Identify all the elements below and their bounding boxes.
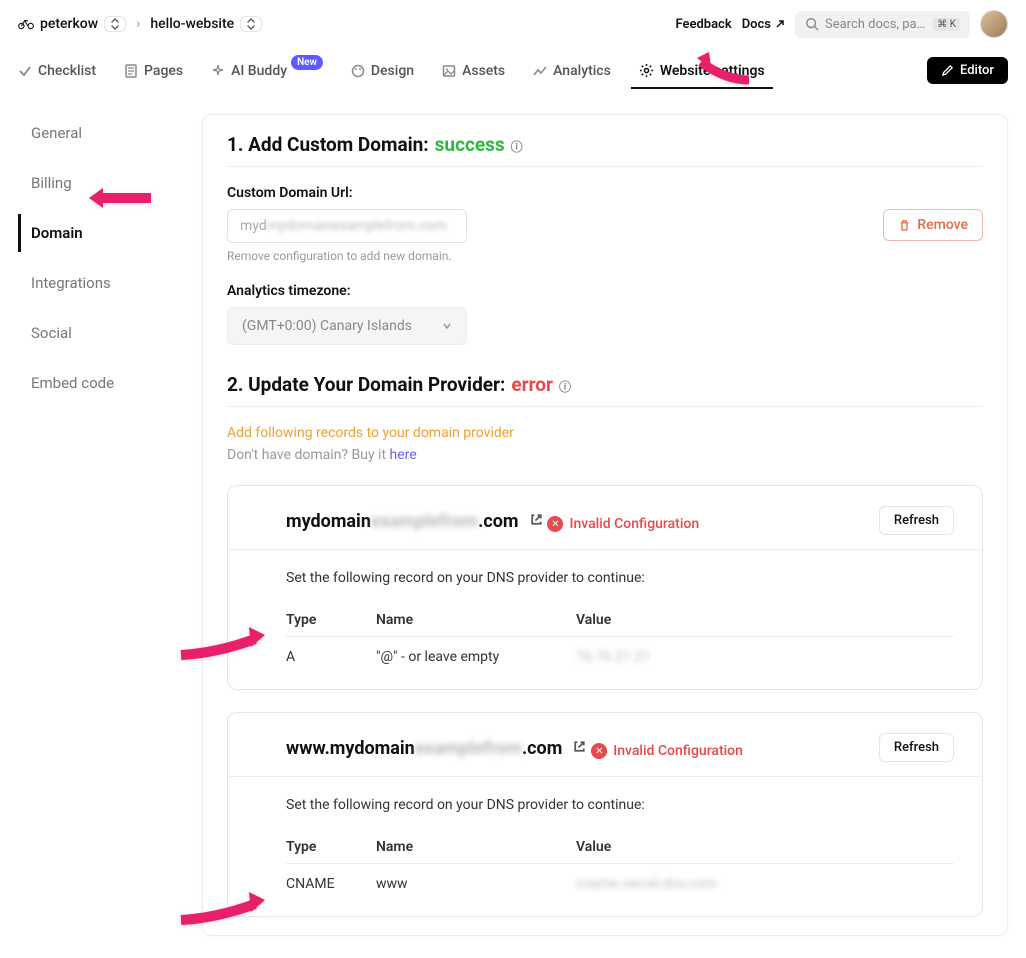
external-link-icon[interactable] — [529, 512, 544, 531]
timezone-label: Analytics timezone: — [227, 283, 983, 299]
external-link-icon — [775, 19, 785, 29]
invalid-config-status: ✕ Invalid Configuration — [547, 516, 699, 532]
dns-instruction: Set the following record on your DNS pro… — [286, 570, 954, 586]
col-name: Name — [376, 831, 576, 864]
chevron-updown-icon[interactable] — [240, 16, 262, 32]
search-icon — [805, 17, 819, 31]
breadcrumb-workspace[interactable]: peterkow — [18, 16, 126, 32]
dns-instruction: Set the following record on your DNS pro… — [286, 797, 954, 813]
status-error: error — [511, 373, 553, 396]
refresh-button[interactable]: Refresh — [879, 506, 954, 535]
sidebar-item-embed-code[interactable]: Embed code — [18, 364, 178, 402]
section2-title: 2. Update Your Domain Provider: error ⓘ — [227, 373, 983, 396]
palette-icon — [351, 64, 365, 78]
tab-design[interactable]: Design — [351, 53, 414, 89]
docs-link[interactable]: Docs — [742, 17, 785, 32]
breadcrumb-workspace-label: peterkow — [40, 16, 98, 32]
trash-icon — [898, 219, 911, 232]
tab-aibuddy[interactable]: AI Buddy New — [211, 53, 323, 89]
breadcrumb-separator: › — [136, 16, 140, 32]
section1-title: 1. Add Custom Domain: success ⓘ — [227, 133, 983, 156]
new-badge: New — [291, 55, 323, 70]
sidebar-item-general[interactable]: General — [18, 114, 178, 152]
error-icon: ✕ — [547, 516, 563, 532]
timezone-select[interactable]: (GMT+0:00) Canary Islands — [227, 307, 467, 345]
custom-domain-label: Custom Domain Url: — [227, 185, 983, 201]
sidebar-item-billing[interactable]: Billing — [18, 164, 178, 202]
custom-domain-input[interactable]: mydmydomainexamplefrom.com — [227, 209, 467, 243]
col-name: Name — [376, 604, 576, 637]
sparkle-icon — [211, 64, 225, 78]
breadcrumb-project[interactable]: hello-website — [150, 16, 262, 32]
feedback-link[interactable]: Feedback — [675, 17, 731, 32]
invalid-config-status: ✕ Invalid Configuration — [591, 743, 743, 759]
domain-hint: Remove configuration to add new domain. — [227, 249, 983, 263]
editor-button[interactable]: Editor — [927, 57, 1008, 84]
dns-card-apex: mydomainexamplefrom.com ✕ Invalid Config… — [227, 485, 983, 690]
chart-icon — [533, 64, 547, 78]
external-link-icon[interactable] — [572, 739, 587, 758]
tab-website-settings[interactable]: Website settings — [639, 53, 765, 89]
pencil-icon — [941, 64, 954, 77]
tab-assets[interactable]: Assets — [442, 53, 505, 89]
dns-records-table: Type Name Value A "@" - or leave empty 7… — [286, 604, 954, 669]
dns-card-www: www.mydomainexamplefrom.com ✕ Invalid Co… — [227, 712, 983, 917]
buy-domain-link[interactable]: here — [390, 447, 417, 463]
buy-domain-text: Don't have domain? Buy it here — [227, 447, 983, 463]
status-success: success — [435, 133, 505, 156]
dns-domain-title: mydomainexamplefrom.com — [286, 511, 544, 532]
check-icon — [18, 64, 32, 78]
remove-button[interactable]: Remove — [883, 209, 983, 241]
sidebar-item-domain[interactable]: Domain — [18, 214, 178, 252]
chevron-down-icon — [442, 321, 452, 331]
breadcrumb-project-label: hello-website — [150, 16, 234, 32]
col-type: Type — [286, 604, 376, 637]
settings-sidebar: General Billing Domain Integrations Soci… — [18, 114, 178, 936]
tab-checklist[interactable]: Checklist — [18, 53, 96, 89]
search-placeholder: Search docs, pages etc — [825, 17, 927, 32]
tab-analytics[interactable]: Analytics — [533, 53, 611, 89]
col-type: Type — [286, 831, 376, 864]
dns-domain-title: www.mydomainexamplefrom.com — [286, 738, 587, 759]
info-icon: ⓘ — [559, 378, 571, 395]
warning-text: Add following records to your domain pro… — [227, 425, 983, 441]
dns-record-row: A "@" - or leave empty 76.76.21.21 — [286, 637, 954, 670]
chevron-updown-icon[interactable] — [104, 16, 126, 32]
gear-icon — [639, 63, 654, 78]
dns-records-table: Type Name Value CNAME www cname.vercel-d… — [286, 831, 954, 896]
search-shortcut: ⌘ K — [933, 18, 960, 31]
tab-pages[interactable]: Pages — [124, 53, 183, 89]
refresh-button[interactable]: Refresh — [879, 733, 954, 762]
dns-record-row: CNAME www cname.vercel-dns.com — [286, 864, 954, 897]
user-avatar[interactable] — [980, 10, 1008, 38]
info-icon: ⓘ — [511, 138, 523, 155]
col-value: Value — [576, 604, 954, 637]
page-icon — [124, 64, 138, 78]
search-input[interactable]: Search docs, pages etc ⌘ K — [795, 11, 970, 38]
error-icon: ✕ — [591, 743, 607, 759]
main-panel: 1. Add Custom Domain: success ⓘ Custom D… — [202, 114, 1008, 936]
sidebar-item-social[interactable]: Social — [18, 314, 178, 352]
bike-icon — [18, 17, 34, 31]
sidebar-item-integrations[interactable]: Integrations — [18, 264, 178, 302]
col-value: Value — [576, 831, 954, 864]
image-icon — [442, 64, 456, 78]
